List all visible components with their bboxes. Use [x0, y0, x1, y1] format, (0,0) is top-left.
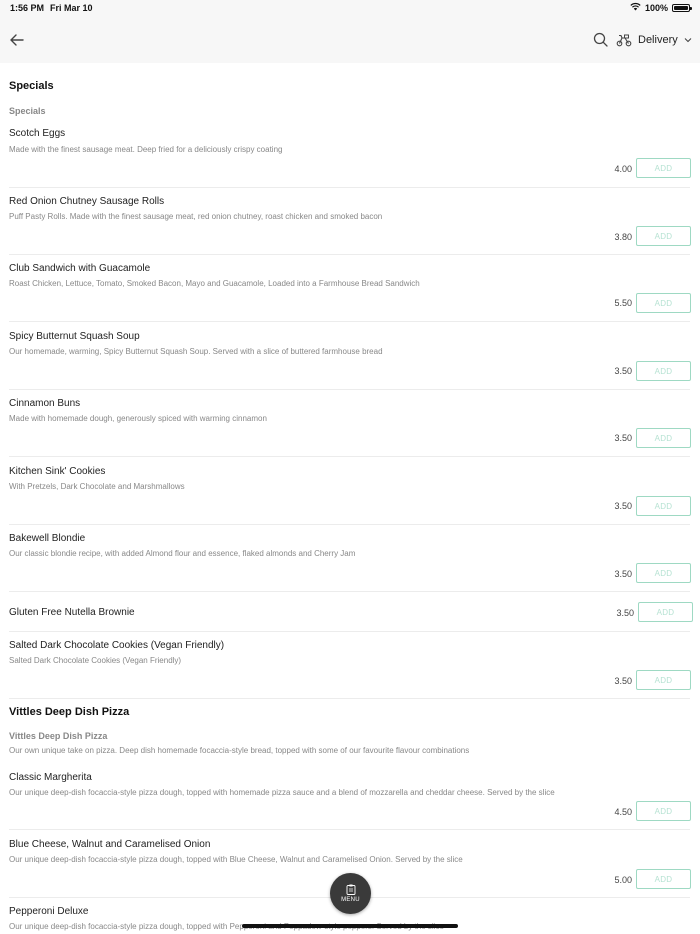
item-price: 4.00	[614, 164, 632, 174]
battery-percent: 100%	[644, 2, 668, 13]
chevron-down-icon	[684, 38, 692, 43]
item-name[interactable]: Salted Dark Chocolate Cookies (Vegan Fri…	[9, 640, 224, 651]
item-price: 5.00	[614, 875, 632, 885]
item-description: Roast Chicken, Lettuce, Tomato, Smoked B…	[9, 279, 420, 288]
item-description: Our classic blondie recipe, with added A…	[9, 549, 356, 558]
divider	[9, 631, 690, 632]
delivery-label: Delivery	[638, 34, 678, 46]
item-name[interactable]: Bakewell Blondie	[9, 533, 85, 544]
item-name[interactable]: Pepperoni Deluxe	[9, 906, 89, 917]
divider	[9, 698, 690, 699]
item-description: Our homemade, warming, Spicy Butternut S…	[9, 347, 383, 356]
divider	[9, 591, 690, 592]
add-button[interactable]: ADD	[638, 602, 693, 622]
subsection-title: Vittles Deep Dish Pizza	[9, 731, 108, 741]
home-indicator[interactable]	[242, 924, 458, 928]
item-description: Salted Dark Chocolate Cookies (Vegan Fri…	[9, 656, 182, 665]
nav-bar: Delivery	[0, 17, 700, 63]
add-button[interactable]: ADD	[636, 670, 691, 690]
back-arrow-icon	[10, 34, 24, 46]
menu-button-label: MENU	[341, 897, 360, 903]
add-button[interactable]: ADD	[636, 428, 691, 448]
item-price: 3.50	[616, 608, 634, 618]
search-button[interactable]	[592, 31, 610, 49]
item-name[interactable]: Blue Cheese, Walnut and Caramelised Onio…	[9, 839, 210, 850]
item-price: 4.50	[614, 807, 632, 817]
item-name[interactable]: Club Sandwich with Guacamole	[9, 263, 150, 274]
divider	[9, 524, 690, 525]
item-name[interactable]: Classic Margherita	[9, 772, 92, 783]
divider	[9, 254, 690, 255]
divider	[9, 321, 690, 322]
add-button[interactable]: ADD	[636, 293, 691, 313]
item-description: Our unique deep-dish focaccia-style pizz…	[9, 788, 555, 797]
item-description: Made with homemade dough, generously spi…	[9, 414, 267, 423]
item-description: Our unique deep-dish focaccia-style pizz…	[9, 855, 463, 864]
battery-icon	[672, 3, 692, 12]
item-name[interactable]: Kitchen Sink' Cookies	[9, 466, 105, 477]
item-price: 3.50	[614, 569, 632, 579]
item-price: 3.80	[614, 232, 632, 242]
back-button[interactable]	[6, 29, 28, 51]
add-button[interactable]: ADD	[636, 158, 691, 178]
item-price: 5.50	[614, 298, 632, 308]
item-price: 3.50	[614, 366, 632, 376]
item-name[interactable]: Spicy Butternut Squash Soup	[9, 331, 140, 342]
status-date: Fri Mar 10	[50, 3, 93, 13]
item-price: 3.50	[614, 433, 632, 443]
item-name[interactable]: Red Onion Chutney Sausage Rolls	[9, 196, 164, 207]
status-indicators: 100%	[630, 2, 692, 13]
menu-list-icon	[346, 884, 355, 895]
add-button[interactable]: ADD	[636, 496, 691, 516]
item-name[interactable]: Gluten Free Nutella Brownie	[9, 607, 135, 618]
wifi-icon	[630, 2, 641, 13]
search-icon	[593, 32, 608, 47]
item-price: 3.50	[614, 501, 632, 511]
item-price: 3.50	[614, 676, 632, 686]
add-button[interactable]: ADD	[636, 563, 691, 583]
section-title: Specials	[9, 80, 54, 92]
status-time: 1:56 PM	[10, 3, 45, 13]
add-button[interactable]: ADD	[636, 226, 691, 246]
divider	[9, 829, 690, 830]
item-description: Puff Pasty Rolls. Made with the finest s…	[9, 212, 383, 221]
divider	[9, 187, 690, 188]
divider	[9, 456, 690, 457]
delivery-scooter-icon	[616, 34, 632, 47]
delivery-mode-selector[interactable]: Delivery	[616, 29, 692, 51]
item-description: With Pretzels, Dark Chocolate and Marshm…	[9, 482, 185, 491]
status-bar: 1:56 PM Fri Mar 10 100%	[0, 0, 700, 17]
section-title: Vittles Deep Dish Pizza	[9, 706, 130, 718]
item-description: Made with the finest sausage meat. Deep …	[9, 145, 283, 154]
item-name[interactable]: Scotch Eggs	[9, 128, 65, 139]
divider	[9, 389, 690, 390]
add-button[interactable]: ADD	[636, 361, 691, 381]
subsection-title: Specials	[9, 106, 46, 116]
add-button[interactable]: ADD	[636, 801, 691, 821]
subsection-description: Our own unique take on pizza. Deep dish …	[9, 746, 470, 755]
add-button[interactable]: ADD	[636, 869, 691, 889]
item-name[interactable]: Cinnamon Buns	[9, 398, 80, 409]
menu-button[interactable]: MENU	[330, 873, 371, 914]
